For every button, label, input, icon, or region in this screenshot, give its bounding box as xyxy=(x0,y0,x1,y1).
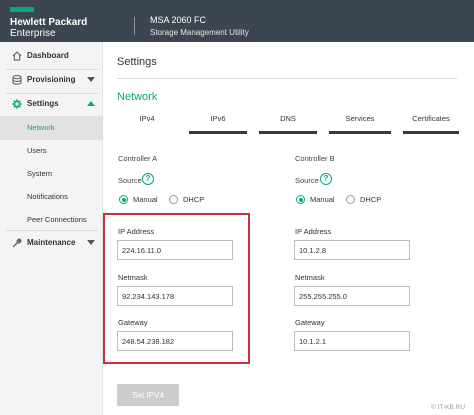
database-icon xyxy=(12,75,22,85)
controller-b-manual-label: Manual xyxy=(310,195,335,204)
gear-icon xyxy=(12,99,22,109)
tab-dns[interactable]: DNS xyxy=(255,112,321,134)
sidebar-subitem-system[interactable]: System xyxy=(0,162,103,186)
controller-b-netmask-field[interactable] xyxy=(294,286,410,306)
tab-label: DNS xyxy=(280,114,296,123)
product-name: MSA 2060 FC xyxy=(150,15,207,25)
help-icon[interactable]: ? xyxy=(320,173,332,185)
hpe-logo-icon xyxy=(10,7,34,12)
section-title: Network xyxy=(117,91,158,103)
tab-services[interactable]: Services xyxy=(325,112,395,134)
sidebar-item-provisioning[interactable]: Provisioning xyxy=(0,68,103,92)
sidebar-subitem-network[interactable]: Network xyxy=(0,116,103,140)
tab-ipv4[interactable]: IPv4 xyxy=(117,112,177,134)
sidebar-subitem-notifications[interactable]: Notifications xyxy=(0,185,103,209)
controller-a-heading: Controller A xyxy=(118,154,158,163)
watermark-text: © IT-KB.RU xyxy=(431,404,466,411)
tab-underline xyxy=(403,131,459,134)
sidebar-subitem-label: Network xyxy=(27,123,55,132)
controller-b-dhcp-radio[interactable] xyxy=(346,195,355,204)
sidebar-item-maintenance[interactable]: Maintenance xyxy=(0,231,103,255)
chevron-down-icon xyxy=(87,240,95,245)
tab-underline xyxy=(259,131,317,134)
top-header-bar: Hewlett Packard Enterprise MSA 2060 FC S… xyxy=(0,0,474,42)
sidebar-subitem-label: System xyxy=(27,169,53,178)
tab-label: IPv4 xyxy=(139,114,155,123)
sidebar-item-label: Settings xyxy=(27,99,59,108)
brand-name-line1: Hewlett Packard xyxy=(10,17,88,28)
controller-b-ip-label: IP Address xyxy=(295,227,332,236)
controller-b-gateway-label: Gateway xyxy=(295,318,325,327)
sidebar-subitem-label: Notifications xyxy=(27,192,68,201)
tab-underline xyxy=(329,131,391,134)
sidebar-item-label: Provisioning xyxy=(27,75,76,84)
controller-b-ip-field[interactable] xyxy=(294,240,410,260)
controller-b-manual-radio[interactable] xyxy=(296,195,305,204)
controller-a-source-label: Source xyxy=(118,176,142,185)
sidebar-item-dashboard[interactable]: Dashboard xyxy=(0,44,103,68)
chevron-up-icon xyxy=(87,101,95,106)
controller-b-source-label: Source xyxy=(295,176,319,185)
home-icon xyxy=(12,51,22,61)
sidebar-subitem-users[interactable]: Users xyxy=(0,139,103,163)
sidebar: Dashboard Provisioning Settings Network … xyxy=(0,42,103,415)
wrench-icon xyxy=(12,238,22,248)
sidebar-item-settings[interactable]: Settings xyxy=(0,92,103,116)
controller-b-heading: Controller B xyxy=(295,154,335,163)
header-divider xyxy=(134,17,135,35)
sidebar-subitem-peer-connections[interactable]: Peer Connections xyxy=(0,208,103,232)
product-subtitle: Storage Management Utility xyxy=(150,28,249,37)
controller-b-netmask-label: Netmask xyxy=(295,273,325,282)
set-ipv4-button[interactable]: Set IPV4 xyxy=(117,384,179,406)
controller-a-manual-label: Manual xyxy=(133,195,158,204)
brand-name-line2: Enterprise xyxy=(10,28,56,39)
controller-b-dhcp-label: DHCP xyxy=(360,195,382,204)
title-divider xyxy=(117,78,457,79)
controller-b-gateway-field[interactable] xyxy=(294,331,410,351)
sidebar-item-label: Maintenance xyxy=(27,238,76,247)
tab-label: Certificates xyxy=(412,114,450,123)
highlight-box xyxy=(103,213,250,364)
tab-ipv6[interactable]: IPv6 xyxy=(185,112,251,134)
help-icon[interactable]: ? xyxy=(142,173,154,185)
controller-a-dhcp-radio[interactable] xyxy=(169,195,178,204)
controller-a-manual-radio[interactable] xyxy=(119,195,128,204)
tab-label: IPv6 xyxy=(210,114,226,123)
sidebar-item-label: Dashboard xyxy=(27,51,69,60)
tab-label: Services xyxy=(345,114,375,123)
page-title: Settings xyxy=(117,56,157,68)
tab-underline xyxy=(189,131,247,134)
sidebar-subitem-label: Peer Connections xyxy=(27,215,87,224)
sidebar-subitem-label: Users xyxy=(27,146,47,155)
tab-certificates[interactable]: Certificates xyxy=(399,112,463,134)
chevron-down-icon xyxy=(87,77,95,82)
controller-a-dhcp-label: DHCP xyxy=(183,195,205,204)
